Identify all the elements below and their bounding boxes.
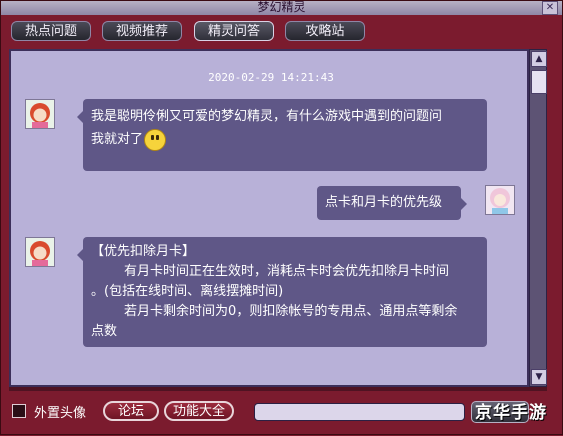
sprite-avatar bbox=[25, 99, 55, 129]
bot-message-1: 我是聪明伶俐又可爱的梦幻精灵，有什么游戏中遇到的问题问 我就对了 bbox=[77, 99, 487, 171]
bot-message-2: 【优先扣除月卡】 有月卡时间正在生效时，消耗点卡时会优先扣除月卡时间 。(包括在… bbox=[77, 237, 487, 347]
window-title: 梦幻精灵 bbox=[257, 0, 306, 14]
user-avatar bbox=[485, 185, 515, 215]
bot-message-2-line4: 若月卡剩余时间为0，则扣除帐号的专用点、通用点等剩余 bbox=[91, 304, 458, 319]
title-bar[interactable]: 梦幻精灵 ✕ bbox=[1, 0, 562, 15]
bot-message-2-line2: 有月卡时间正在生效时，消耗点卡时会优先扣除月卡时间 bbox=[91, 264, 450, 279]
tab-hot-questions[interactable]: 热点问题 bbox=[11, 21, 91, 41]
chat-scrollbar[interactable]: ▲ ▼ bbox=[529, 49, 547, 387]
scroll-up-arrow-icon[interactable]: ▲ bbox=[531, 51, 547, 67]
bot-message-1-line1: 我是聪明伶俐又可爱的梦幻精灵，有什么游戏中遇到的问题问 bbox=[91, 109, 443, 124]
user-avatar-icon bbox=[486, 186, 514, 214]
bot-message-2-line1: 【优先扣除月卡】 bbox=[91, 244, 196, 259]
external-avatar-label: 外置头像 bbox=[34, 406, 87, 421]
external-avatar-checkbox[interactable] bbox=[12, 404, 26, 418]
user-message: 点卡和月卡的优先级 bbox=[317, 186, 467, 220]
chat-panel: 2020-02-29 14:21:43 我是聪明伶俐又可爱的梦幻精灵，有什么游戏… bbox=[9, 49, 529, 387]
tab-video-recommend[interactable]: 视频推荐 bbox=[102, 21, 182, 41]
panel-frame-bottom bbox=[9, 387, 547, 391]
sprite-avatar bbox=[25, 237, 55, 267]
bot-message-1-line2: 我就对了 bbox=[91, 132, 144, 147]
bottom-bar: 外置头像 论坛 功能大全 京华手游 bbox=[1, 397, 563, 436]
sprite-avatar-icon bbox=[26, 100, 54, 128]
bot-message-2-line3: 。(包括在线时间、离线摆摊时间) bbox=[91, 284, 284, 299]
chat-timestamp: 2020-02-29 14:21:43 bbox=[208, 71, 334, 84]
user-message-text: 点卡和月卡的优先级 bbox=[325, 195, 443, 210]
watermark-text: 京华手游 bbox=[475, 403, 547, 423]
bot-message-2-line5: 点数 bbox=[91, 324, 118, 339]
tab-guide-station[interactable]: 攻略站 bbox=[285, 21, 365, 41]
close-icon[interactable]: ✕ bbox=[542, 1, 558, 15]
sprite-avatar-icon bbox=[26, 238, 54, 266]
sprite-window: 梦幻精灵 ✕ 热点问题 视频推荐 精灵问答 攻略站 2020-02-29 14:… bbox=[0, 0, 563, 435]
scroll-down-arrow-icon[interactable]: ▼ bbox=[531, 369, 547, 385]
scroll-thumb[interactable] bbox=[531, 70, 547, 94]
question-input[interactable] bbox=[254, 403, 465, 421]
forum-button[interactable]: 论坛 bbox=[103, 401, 159, 421]
features-button[interactable]: 功能大全 bbox=[164, 401, 234, 421]
tab-sprite-qa[interactable]: 精灵问答 bbox=[194, 21, 274, 41]
smiley-emoji-icon bbox=[144, 128, 167, 151]
